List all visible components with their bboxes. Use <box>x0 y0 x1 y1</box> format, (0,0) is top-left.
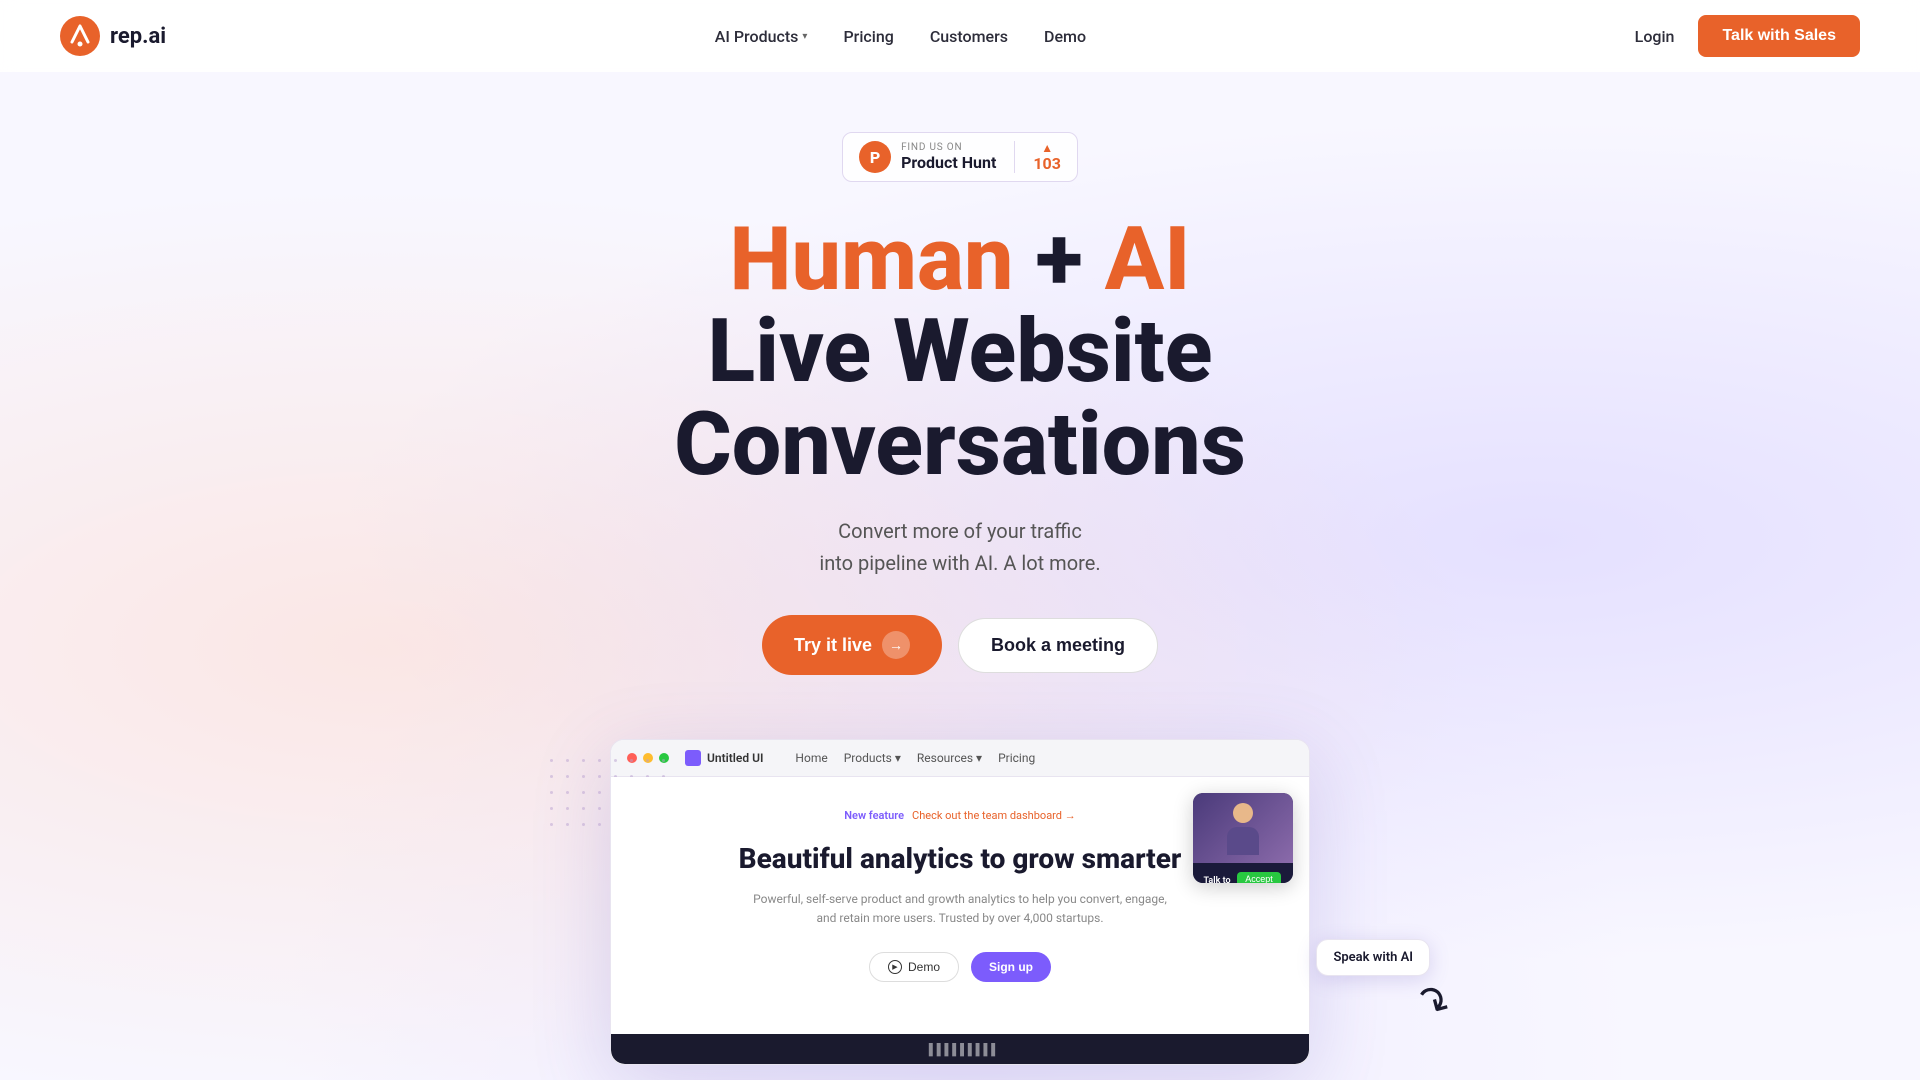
product-hunt-text: FIND US ON Product Hunt <box>901 142 996 172</box>
ph-name: Product Hunt <box>901 153 996 172</box>
hero-line2: Live Website <box>708 300 1213 403</box>
browser-bar: Untitled UI Home Products ▾ Resources ▾ … <box>611 740 1309 777</box>
browser-headline: Beautiful analytics to grow smarter <box>643 842 1277 876</box>
browser-site-name: Untitled UI <box>707 751 763 765</box>
browser-nav-home: Home <box>795 751 827 765</box>
browser-nav-pricing: Pricing <box>998 751 1035 765</box>
browser-nav-items: Home Products ▾ Resources ▾ Pricing <box>795 751 1035 765</box>
hero-plus: + <box>1013 208 1104 311</box>
person-silhouette <box>1223 803 1263 853</box>
browser-favicon <box>685 750 701 766</box>
product-hunt-badge[interactable]: P FIND US ON Product Hunt ▲ 103 <box>842 132 1078 182</box>
nav-right: Login Talk with Sales <box>1635 15 1860 57</box>
browser-mockup: Untitled UI Home Products ▾ Resources ▾ … <box>610 739 1310 1065</box>
browser-new-feature-label: New feature <box>844 809 904 822</box>
login-link[interactable]: Login <box>1635 27 1675 46</box>
browser-bottom-bar: ▐▐▐▐▐▐▐▐▐ <box>611 1034 1309 1064</box>
hero-ai: AI <box>1105 208 1191 311</box>
hero-line3: Conversations <box>674 393 1246 496</box>
nav-ai-products[interactable]: AI Products ▾ <box>715 27 808 46</box>
browser-cta-row: ▶ Demo Sign up <box>643 952 1277 982</box>
ph-score: 103 <box>1033 154 1061 173</box>
browser-content: New feature Check out the team dashboard… <box>611 777 1309 1034</box>
browser-new-feature-banner: New feature Check out the team dashboard… <box>643 809 1277 822</box>
browser-signup-button[interactable]: Sign up <box>971 952 1051 982</box>
hero-human: Human <box>730 208 1014 311</box>
logo-icon <box>60 16 100 56</box>
play-icon: ▶ <box>888 960 902 974</box>
hero-section: P FIND US ON Product Hunt ▲ 103 Human + … <box>0 72 1920 1065</box>
video-controls: Talk to Bella AI Accept Decline <box>1193 863 1293 883</box>
navbar: rep.ai AI Products ▾ Pricing Customers D… <box>0 0 1920 72</box>
browser-site-logo: Untitled UI <box>685 750 763 766</box>
speak-with-ai-bubble[interactable]: Speak with AI <box>1316 939 1430 976</box>
demo-section: Untitled UI Home Products ▾ Resources ▾ … <box>0 739 1920 1065</box>
chevron-down-icon: ▾ <box>802 31 807 42</box>
talk-with-sales-button[interactable]: Talk with Sales <box>1698 15 1860 57</box>
arrow-right-icon: → <box>882 631 910 659</box>
browser-bottom-text: ▐▐▐▐▐▐▐▐▐ <box>925 1043 995 1056</box>
video-overlay: Talk to Bella AI Accept Decline <box>1193 793 1293 883</box>
browser-nav-resources: Resources ▾ <box>917 751 982 765</box>
ph-find-us-label: FIND US ON <box>901 142 962 153</box>
logo-text: rep.ai <box>110 24 166 49</box>
video-accept-button[interactable]: Accept <box>1237 872 1281 883</box>
person-body <box>1227 827 1259 855</box>
product-hunt-icon: P <box>859 141 891 173</box>
nav-pricing[interactable]: Pricing <box>843 27 893 46</box>
ph-divider <box>1014 141 1015 173</box>
logo[interactable]: rep.ai <box>60 16 166 56</box>
book-a-meeting-button[interactable]: Book a meeting <box>958 618 1158 673</box>
browser-sub-text: Powerful, self-serve product and growth … <box>643 890 1277 928</box>
cta-row: Try it live → Book a meeting <box>762 615 1158 675</box>
browser-demo-button[interactable]: ▶ Demo <box>869 952 959 982</box>
browser-nav-products: Products ▾ <box>844 751 901 765</box>
nav-demo[interactable]: Demo <box>1044 27 1086 46</box>
speak-ai-arrow-icon: ↷ <box>1407 974 1460 1031</box>
ph-score-block: ▲ 103 <box>1033 142 1061 173</box>
nav-center: AI Products ▾ Pricing Customers Demo <box>715 27 1086 46</box>
video-action-buttons: Accept Decline <box>1233 867 1285 883</box>
nav-customers[interactable]: Customers <box>930 27 1008 46</box>
ph-triangle-icon: ▲ <box>1041 142 1053 154</box>
hero-subtext: Convert more of your traffic into pipeli… <box>819 515 1100 579</box>
video-person <box>1193 793 1293 863</box>
browser-check-link[interactable]: Check out the team dashboard → <box>912 809 1076 822</box>
person-head <box>1233 803 1253 823</box>
try-it-live-button[interactable]: Try it live → <box>762 615 942 675</box>
demo-container: Untitled UI Home Products ▾ Resources ▾ … <box>610 739 1310 1065</box>
video-label: Talk to Bella AI <box>1201 876 1233 883</box>
hero-heading: Human + AI Live Website Conversations <box>674 214 1246 491</box>
